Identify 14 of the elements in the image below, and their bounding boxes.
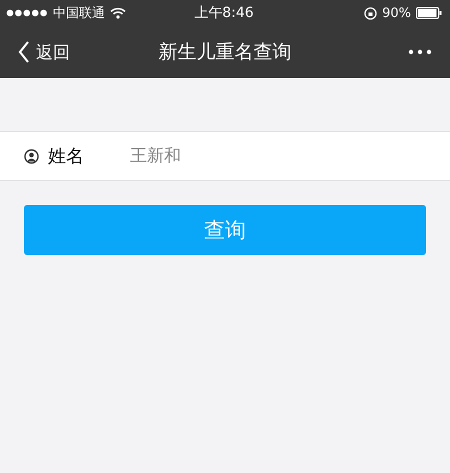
page-title: 新生儿重名查询 — [158, 40, 292, 65]
chevron-left-icon — [18, 41, 30, 63]
status-time: 上午8:46 — [194, 4, 254, 22]
signal-icon — [6, 9, 48, 17]
battery-icon — [416, 7, 442, 19]
more-icon[interactable] — [408, 49, 432, 55]
wifi-icon — [110, 7, 126, 19]
name-input-field[interactable]: 王新和 — [130, 146, 330, 166]
rotation-lock-icon — [364, 6, 378, 20]
field-label: 姓名 — [48, 145, 85, 168]
person-icon — [24, 148, 39, 164]
back-button[interactable]: 返回 — [18, 40, 108, 64]
carrier-name: 中国联通 — [53, 5, 105, 22]
battery-percent: 90% — [382, 6, 411, 20]
